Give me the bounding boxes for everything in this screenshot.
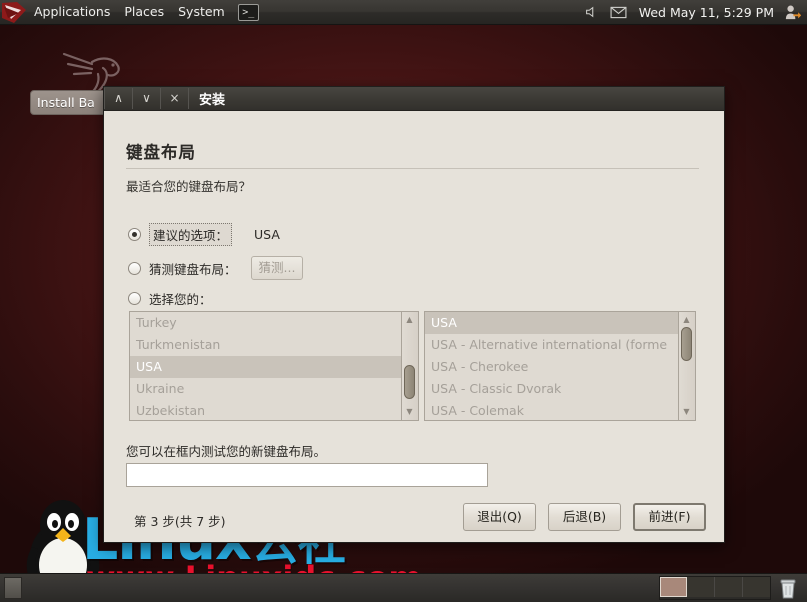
radio-suggested[interactable] <box>128 228 141 241</box>
terminal-launcher-icon[interactable]: >_ <box>237 3 259 21</box>
variant-listbox[interactable]: USA USA - Alternative international (for… <box>424 311 679 421</box>
list-item[interactable]: USA <box>130 356 401 378</box>
country-listbox[interactable]: Turkey Turkmenistan USA Ukraine Uzbekist… <box>129 311 402 421</box>
workspace-4[interactable] <box>743 577 770 597</box>
scroll-up-icon[interactable]: ▲ <box>679 313 694 327</box>
dialog-button-row: 退出(Q) 后退(B) 前进(F) <box>451 503 706 531</box>
installer-dialog: ∧ ∨ × 安装 键盘布局 最适合您的键盘布局？ 建议的选项： USA 猜测键盘… <box>103 86 725 543</box>
list-item[interactable]: USA <box>425 312 678 334</box>
keyboard-test-input[interactable] <box>126 463 488 487</box>
country-list-scrollbar[interactable]: ▲ ▼ <box>402 311 419 421</box>
list-item[interactable]: Turkey <box>130 312 401 334</box>
back-button[interactable]: 后退(B) <box>548 503 621 531</box>
list-item[interactable]: USA - Classic Dvorak <box>425 378 678 400</box>
radio-suggested-label: 建议的选项： <box>149 223 233 246</box>
test-field-label: 您可以在框内测试您的新键盘布局。 <box>126 444 327 459</box>
maximize-button[interactable]: ∨ <box>133 88 161 109</box>
list-item[interactable]: Turkmenistan <box>130 334 401 356</box>
page-title: 键盘布局 <box>126 143 196 162</box>
list-item[interactable]: USA - Alternative international (forme <box>425 334 678 356</box>
menu-places[interactable]: Places <box>117 1 171 23</box>
list-item[interactable]: USA - Cherokee <box>425 356 678 378</box>
scrollbar-thumb[interactable] <box>681 327 692 361</box>
radio-row-suggested[interactable]: 建议的选项： USA <box>128 223 280 246</box>
menu-system[interactable]: System <box>171 1 232 23</box>
close-button[interactable]: × <box>161 88 189 109</box>
workspace-3[interactable] <box>715 577 743 597</box>
user-switch-icon[interactable] <box>784 4 801 21</box>
list-item[interactable]: Ukraine <box>130 378 401 400</box>
workspace-1[interactable] <box>660 577 687 597</box>
page-question: 最适合您的键盘布局？ <box>126 179 252 194</box>
workspace-2[interactable] <box>687 577 715 597</box>
radio-detect[interactable] <box>128 261 141 275</box>
detect-keyboard-button[interactable]: 猜测... <box>250 256 304 280</box>
desktop-screen: Install Ba Linux公社 www.Linuxidc.com <box>0 0 807 602</box>
show-desktop-icon[interactable] <box>4 577 22 599</box>
speaker-icon[interactable] <box>584 5 598 19</box>
mail-envelope-icon[interactable] <box>610 6 627 19</box>
workspace-switcher[interactable] <box>659 576 771 600</box>
dialog-body: 键盘布局 最适合您的键盘布局？ 建议的选项： USA 猜测键盘布局： 猜测...… <box>104 111 724 542</box>
list-item[interactable]: USA - Colemak <box>425 400 678 420</box>
radio-row-choose-own[interactable]: 选择您的： <box>128 289 212 308</box>
scroll-down-icon[interactable]: ▼ <box>679 405 694 419</box>
scroll-down-icon[interactable]: ▼ <box>402 405 417 419</box>
step-indicator: 第 3 步(共 7 步) <box>134 514 226 529</box>
radio-row-detect[interactable]: 猜测键盘布局： 猜测... <box>128 256 304 280</box>
trash-can-icon[interactable] <box>777 576 799 600</box>
country-list-wrapper: Turkey Turkmenistan USA Ukraine Uzbekist… <box>129 311 419 421</box>
dialog-titlebar[interactable]: ∧ ∨ × 安装 <box>104 87 724 111</box>
variant-list-scrollbar[interactable]: ▲ ▼ <box>679 311 696 421</box>
variant-list-wrapper: USA USA - Alternative international (for… <box>424 311 696 421</box>
top-panel: Applications Places System >_ Wed May 11… <box>0 0 807 25</box>
radio-detect-label: 猜测键盘布局： <box>149 261 237 277</box>
quit-button[interactable]: 退出(Q) <box>463 503 536 531</box>
title-divider <box>126 168 699 169</box>
radio-choose-own-label: 选择您的： <box>149 292 212 307</box>
list-item[interactable]: Uzbekistan <box>130 400 401 420</box>
bottom-panel <box>0 573 807 602</box>
menu-applications[interactable]: Applications <box>27 1 117 23</box>
kali-menu-logo-icon[interactable] <box>1 1 27 24</box>
forward-button[interactable]: 前进(F) <box>633 503 706 531</box>
radio-choose-own[interactable] <box>128 292 141 305</box>
scrollbar-thumb[interactable] <box>404 365 415 399</box>
minimize-button[interactable]: ∧ <box>104 88 133 109</box>
scroll-up-icon[interactable]: ▲ <box>402 313 417 327</box>
panel-clock[interactable]: Wed May 11, 5:29 PM <box>639 5 774 20</box>
suggested-value: USA <box>254 227 280 242</box>
dialog-title: 安装 <box>199 93 226 108</box>
